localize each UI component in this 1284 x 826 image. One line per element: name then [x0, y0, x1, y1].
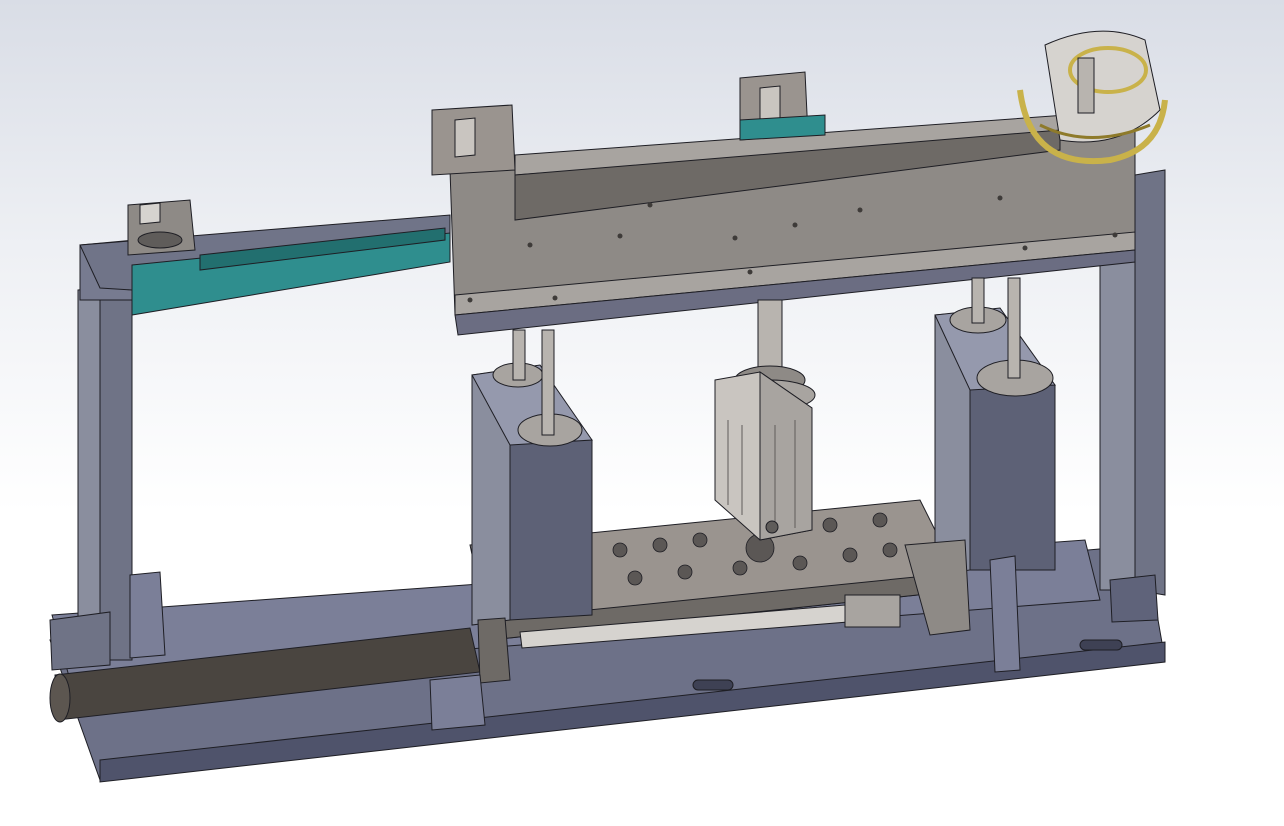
left-frame-column: [49, 239, 136, 671]
assembly-drawing: [49, 30, 1168, 783]
top-plate[interactable]: [449, 109, 1136, 336]
cad-viewport[interactable]: [0, 0, 1284, 826]
gripper-head[interactable]: [1017, 30, 1168, 165]
left-guide-block: [471, 329, 593, 626]
center-air-cylinder[interactable]: [714, 299, 816, 541]
right-guide-block: [934, 277, 1056, 576]
left-fork-bracket: [127, 199, 196, 256]
